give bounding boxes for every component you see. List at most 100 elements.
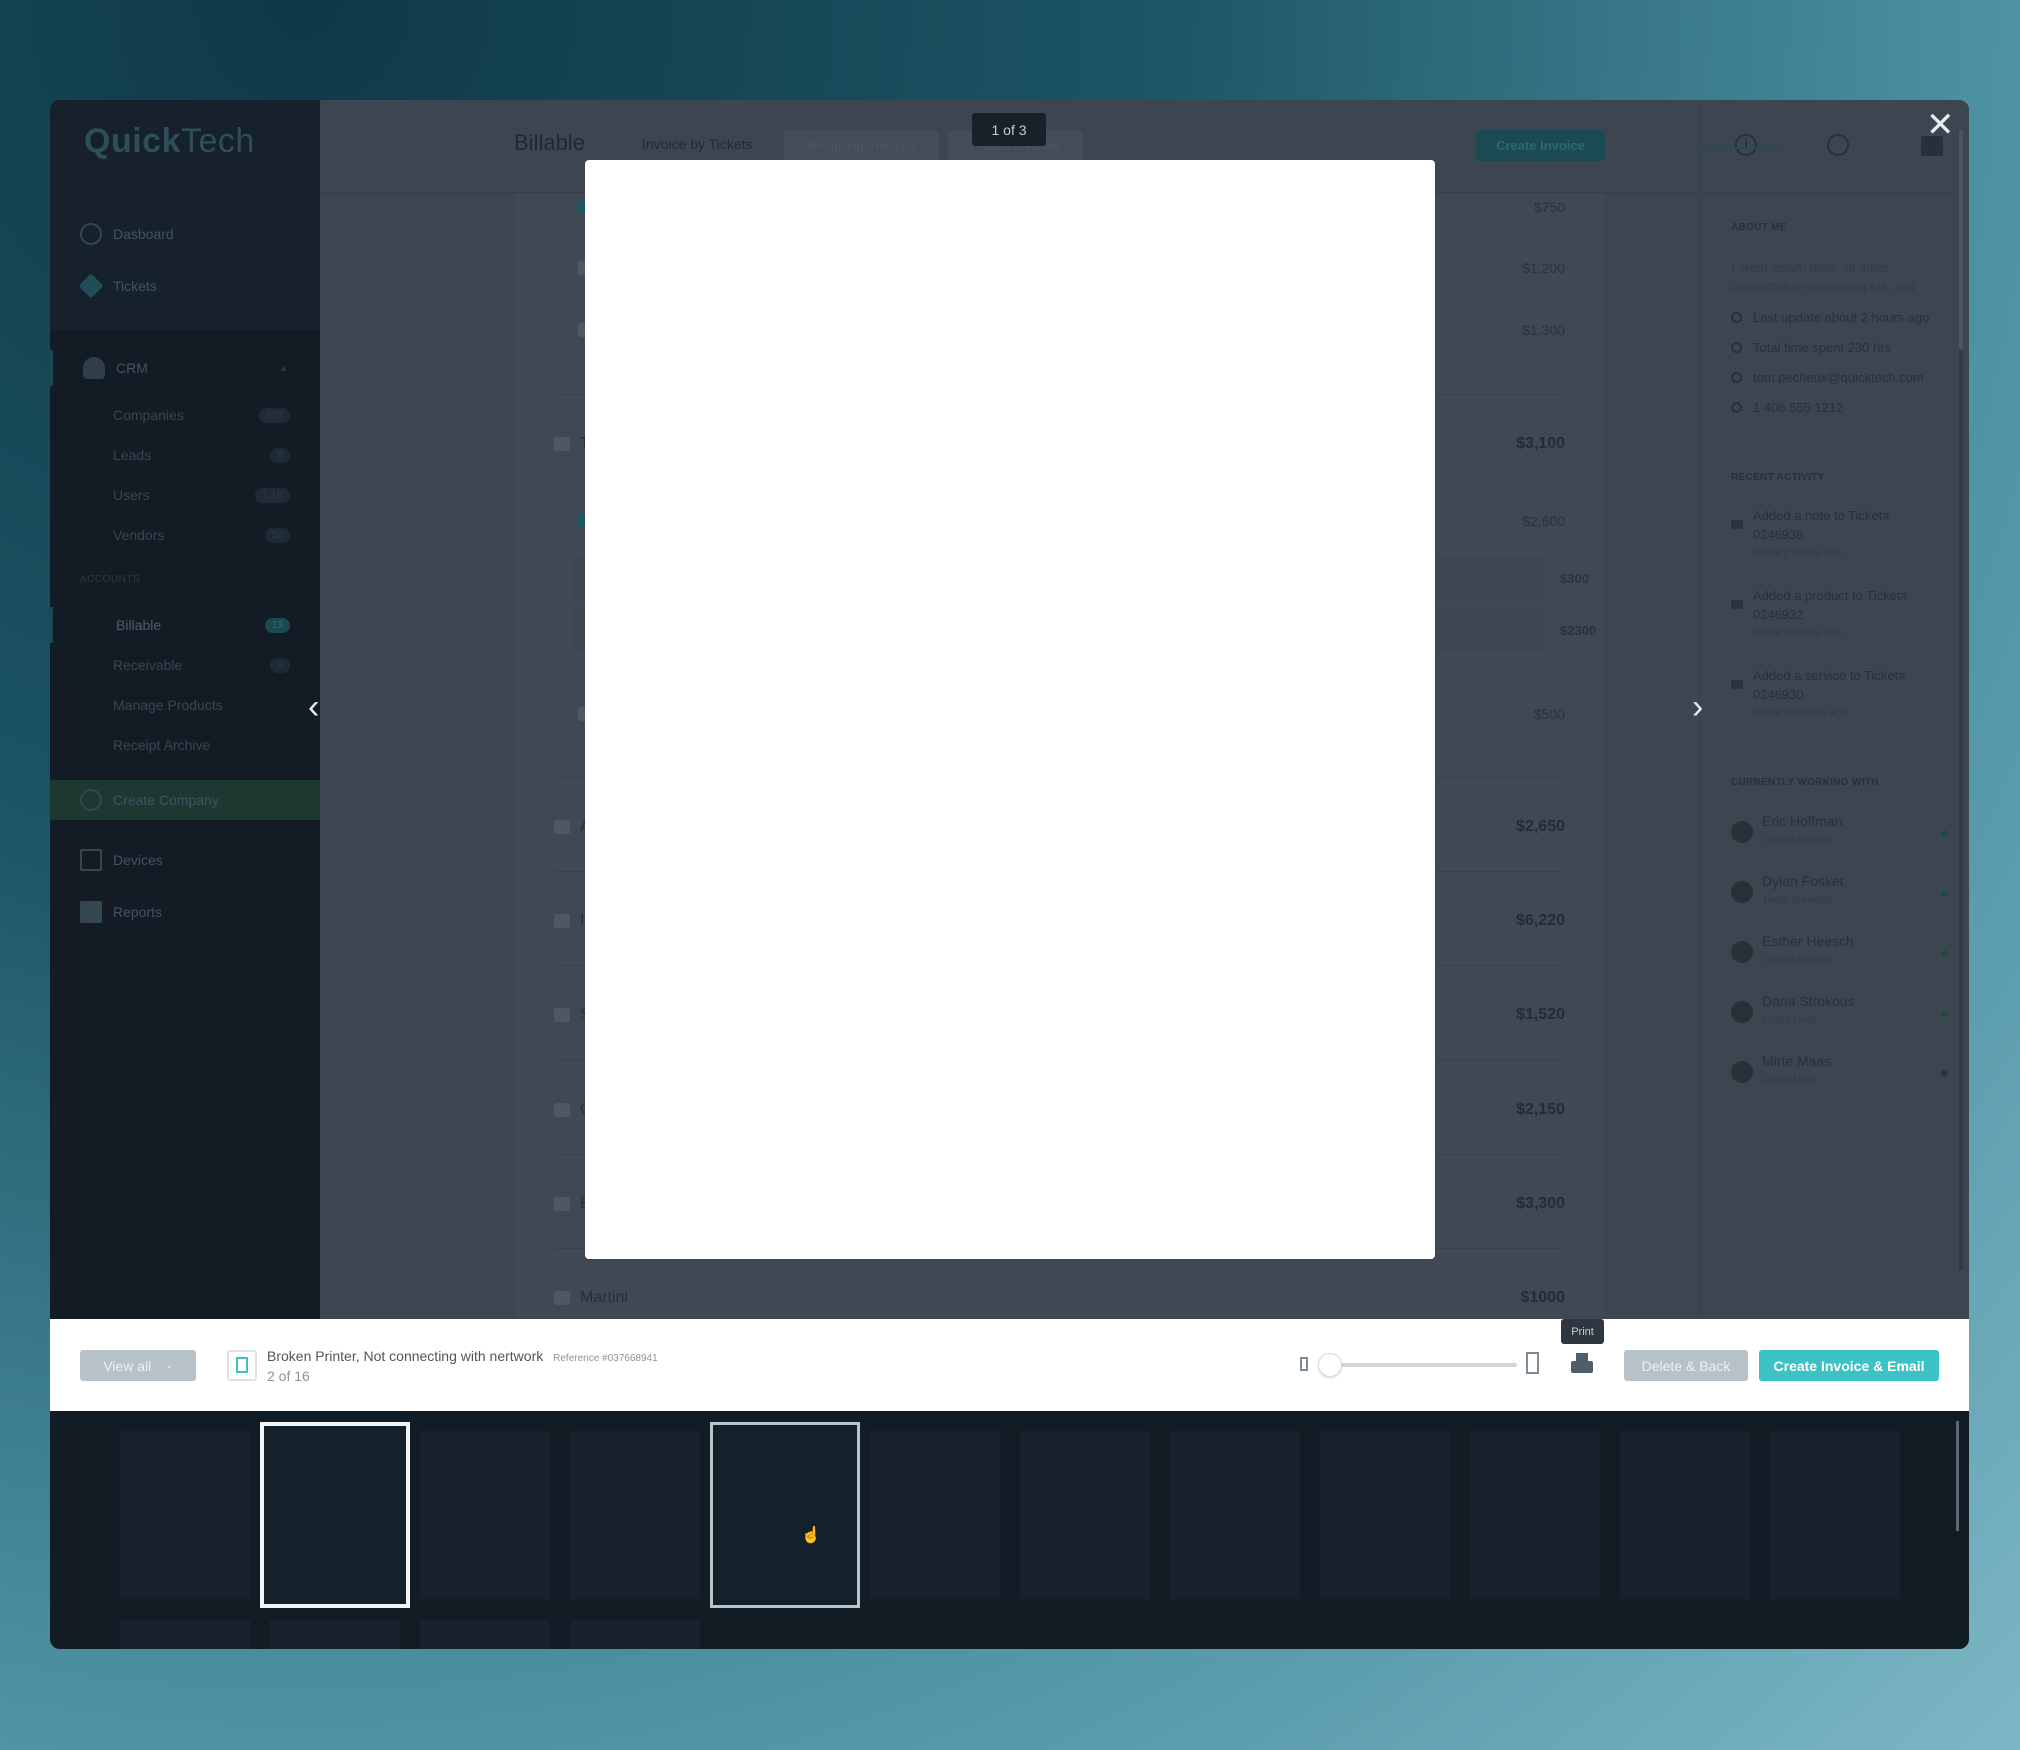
info-icon[interactable]: i [1735, 134, 1757, 156]
sidebar-item-crm[interactable]: CRM ▲ [50, 350, 320, 386]
plus-circle-icon [80, 789, 102, 811]
avatar[interactable] [1731, 821, 1753, 843]
row-name: Martini [580, 1289, 629, 1306]
avatar[interactable] [1731, 1061, 1753, 1083]
right-panel: i ABOUT ME Lorem ipsum dolor sit amet, con… [1700, 100, 1969, 1319]
create-company-button[interactable]: Create Company [50, 780, 320, 820]
sidebar-item-dashboard[interactable]: Dasboard [50, 216, 320, 252]
thumbnail[interactable] [420, 1620, 550, 1649]
thumbnail-scrollbar[interactable] [1956, 1421, 1959, 1531]
thumbnail[interactable] [1620, 1431, 1750, 1599]
thumbnail[interactable]: ☝ [710, 1422, 860, 1608]
row-amount: $2,650 [1516, 818, 1565, 835]
scrollbar[interactable] [1959, 130, 1963, 1270]
zoom-in-icon[interactable] [1526, 1352, 1539, 1374]
reference-number: Reference #037668941 [553, 1353, 658, 1364]
thumbnail[interactable] [120, 1431, 250, 1599]
thumbnail[interactable] [120, 1620, 250, 1649]
status-dot [1941, 830, 1948, 837]
user-tie-icon [83, 357, 105, 379]
refresh-icon [1731, 312, 1742, 323]
chevron-right-icon[interactable]: › [1692, 688, 1703, 727]
chevron-left-icon[interactable]: ‹ [308, 688, 319, 727]
activity-time: about 16 hours ago [1753, 707, 1848, 719]
thumbnail[interactable] [1770, 1431, 1900, 1599]
print-tooltip: Print [1561, 1319, 1604, 1344]
checkbox[interactable] [554, 1197, 570, 1211]
person-name[interactable]: Mirte Maas [1762, 1053, 1831, 1069]
print-icon[interactable] [1571, 1353, 1593, 1375]
person-name[interactable]: Esther Heesch [1762, 933, 1854, 949]
cart-icon [1731, 600, 1743, 609]
thumbnail[interactable] [870, 1431, 1000, 1599]
tab-recurring-invoices[interactable]: Recurring Invoices [784, 130, 939, 161]
thumbnail[interactable] [570, 1431, 700, 1599]
checkbox[interactable] [554, 1103, 570, 1117]
thumbnail[interactable] [260, 1422, 410, 1608]
sidebar-item-billable[interactable]: Billable 13 [50, 607, 320, 643]
sidebar-item-reports[interactable]: Reports [50, 894, 320, 930]
row-amount: $3,100 [1516, 435, 1565, 452]
chevron-up-icon: ▲ [279, 363, 288, 373]
accounts-section-header: ACCOUNTS [80, 574, 141, 585]
document-position: 2 of 16 [267, 1368, 310, 1384]
checkbox[interactable] [554, 820, 570, 834]
chevron-down-icon: ⌄ [165, 1360, 173, 1370]
detail-text: 1 406 555 1212 [1753, 400, 1844, 415]
zoom-out-icon[interactable] [1300, 1357, 1308, 1371]
checkbox[interactable] [554, 1291, 570, 1305]
activity-text: Added a service to Ticket# [1753, 668, 1906, 683]
thumbnail[interactable] [1020, 1431, 1150, 1599]
zoom-slider[interactable] [1330, 1363, 1517, 1367]
row-amount: $500 [1533, 706, 1565, 722]
avatar[interactable] [1731, 881, 1753, 903]
about-text: consectetuer adipiscing elit, sed [1731, 279, 1916, 294]
checkbox[interactable] [554, 1008, 570, 1022]
avatar[interactable] [1731, 1001, 1753, 1023]
sidebar-item-companies[interactable]: Companies 809 [50, 397, 320, 433]
person-name[interactable]: Daria Strokous [1762, 993, 1855, 1009]
about-header: ABOUT ME [1731, 222, 1787, 233]
entry-amount: $2300 [1560, 622, 1597, 638]
activity-time: about 2 hours ago [1753, 547, 1842, 559]
sidebar-item-tickets[interactable]: Tickets [50, 268, 320, 304]
sidebar-item-vendors[interactable]: Vendors 56 [50, 517, 320, 553]
devices-icon [80, 849, 102, 871]
create-invoice-email-button[interactable]: Create Invoice & Email [1759, 1350, 1939, 1381]
sidebar-item-leads[interactable]: Leads 6 [50, 437, 320, 473]
thumbnail[interactable] [420, 1431, 550, 1599]
sidebar-item-users[interactable]: Users 1.1K [50, 477, 320, 513]
status-dot [1941, 950, 1948, 957]
thumbnail[interactable] [570, 1620, 700, 1649]
person-role: Team Member [1762, 894, 1833, 906]
row-amount: $2,150 [1516, 1101, 1565, 1118]
checkbox[interactable] [554, 914, 570, 928]
thumbnail[interactable] [1170, 1431, 1300, 1599]
sidebar-item-manage-products[interactable]: Manage Products [50, 687, 320, 723]
thumbnail[interactable] [270, 1620, 400, 1649]
at-icon [1731, 372, 1742, 383]
row-amount: $6,220 [1516, 912, 1565, 929]
zoom-slider-handle[interactable] [1318, 1353, 1342, 1377]
clock-icon [1731, 680, 1743, 689]
close-icon[interactable]: ✕ [1926, 108, 1955, 142]
view-all-dropdown[interactable]: View all ⌄ [80, 1350, 196, 1381]
create-invoice-button[interactable]: Create Invoice [1476, 130, 1605, 161]
person-name[interactable]: Eric Hoffman [1762, 813, 1843, 829]
person-role: Client User [1762, 1014, 1817, 1026]
person-name[interactable]: Dylan Fosket [1762, 873, 1844, 889]
delete-back-button[interactable]: Delete & Back [1624, 1350, 1748, 1381]
avatar[interactable] [1731, 941, 1753, 963]
sidebar-item-receipt-archive[interactable]: Receipt Archive [50, 727, 320, 763]
checkbox[interactable] [554, 437, 570, 451]
about-text: Lorem ipsum dolor sit amet, [1731, 260, 1892, 275]
activity-icon[interactable] [1827, 134, 1849, 156]
thumbnail[interactable] [1470, 1431, 1600, 1599]
sidebar-item-devices[interactable]: Devices [50, 842, 320, 878]
activity-ticket: 0246930 [1753, 687, 1804, 702]
archive-icon [80, 901, 102, 923]
sidebar-item-receivable[interactable]: Receivable 9 [50, 647, 320, 683]
table-row[interactable]: Martini $1000 [514, 1278, 1602, 1318]
tab-invoice-by-tickets[interactable]: Invoice by Tickets [642, 136, 753, 152]
thumbnail[interactable] [1320, 1431, 1450, 1599]
